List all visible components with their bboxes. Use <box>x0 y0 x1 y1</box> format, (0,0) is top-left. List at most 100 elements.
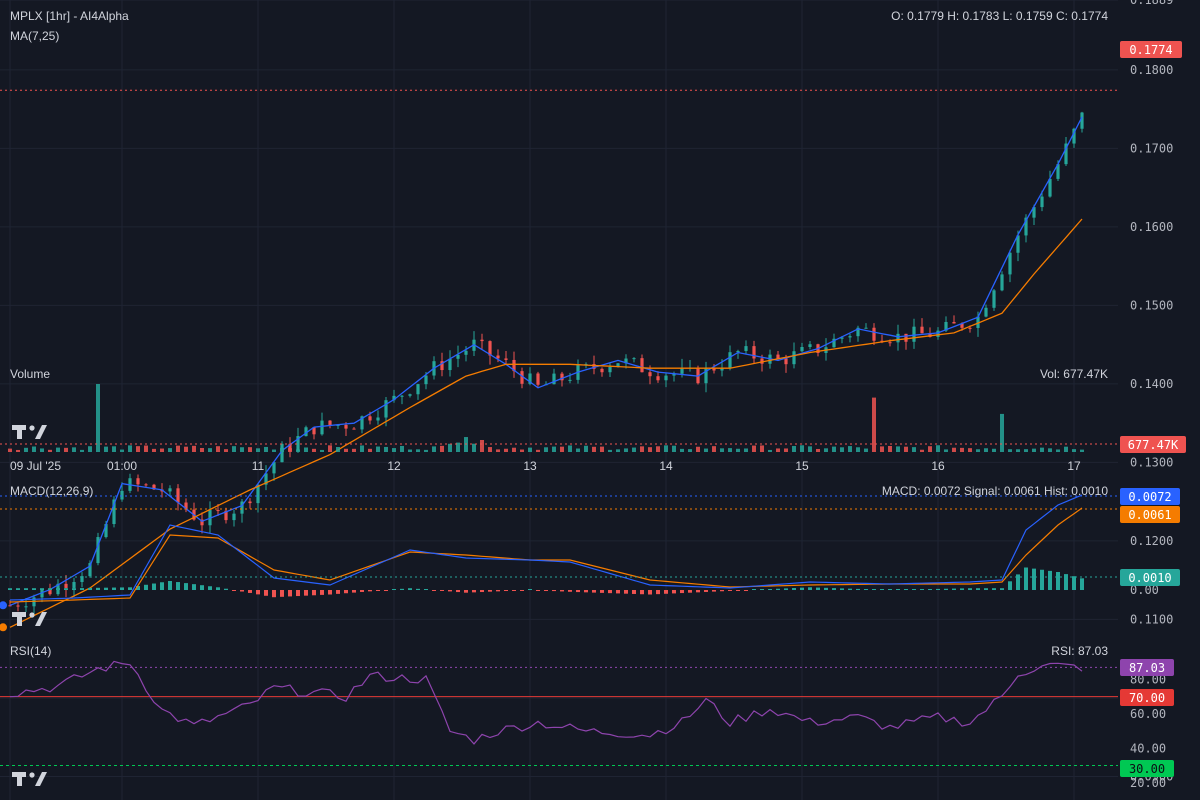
macd-histogram-bar <box>864 589 868 590</box>
macd-histogram-bar <box>8 588 12 590</box>
candle-body <box>848 336 852 338</box>
macd-histogram-bar <box>944 588 948 590</box>
time-tick-label: 13 <box>523 459 537 473</box>
macd-histogram-bar <box>320 590 324 595</box>
macd-histogram-bar <box>432 590 436 591</box>
candle-body <box>448 358 452 371</box>
volume-bar <box>696 446 700 452</box>
macd-histogram-bar <box>688 590 692 593</box>
macd-histogram-bar <box>152 583 156 590</box>
volume-bar <box>816 448 820 452</box>
macd-histogram-bar <box>264 590 268 596</box>
macd-histogram-bar <box>824 587 828 590</box>
macd-histogram-bar <box>952 588 956 590</box>
volume-bar <box>464 437 468 452</box>
candle-body <box>536 373 540 385</box>
volume-bar <box>232 446 236 452</box>
volume-bar <box>128 445 132 452</box>
volume-bar <box>448 443 452 452</box>
candle-body <box>64 583 68 588</box>
volume-bar <box>264 446 268 452</box>
macd-histogram-bar <box>24 588 28 590</box>
candle-body <box>416 384 420 395</box>
volume-bar <box>440 445 444 452</box>
macd-histogram-bar <box>792 588 796 590</box>
volume-bar <box>544 447 548 452</box>
macd-histogram-bar <box>64 588 68 590</box>
macd-histogram-bar <box>720 590 724 592</box>
macd-histogram-bar <box>784 588 788 590</box>
macd-histogram-bar <box>880 589 884 590</box>
volume-bar <box>432 446 436 452</box>
time-tick-label: 17 <box>1067 459 1081 473</box>
price-tick-label: 0.1700 <box>1130 141 1173 155</box>
macd-histogram-bar <box>576 590 580 593</box>
volume-bar <box>704 448 708 452</box>
volume-bar <box>624 448 628 452</box>
candle-body <box>936 330 940 337</box>
volume-bar <box>760 445 764 452</box>
volume-bar <box>736 448 740 452</box>
candle-body <box>424 375 428 385</box>
macd-histogram-bar <box>312 590 316 596</box>
macd-histogram-bar <box>416 588 420 590</box>
macd-histogram-bar <box>1048 570 1052 590</box>
time-tick-label: 01:00 <box>107 459 137 473</box>
volume-bar <box>488 447 492 452</box>
macd-histogram-bar <box>256 590 260 595</box>
volume-bar <box>640 446 644 452</box>
candle-body <box>1080 112 1084 129</box>
volume-bar <box>256 448 260 452</box>
macd-histogram-bar <box>680 590 684 594</box>
candle-body <box>648 372 652 377</box>
macd-histogram-bar <box>840 588 844 590</box>
volume-bar <box>144 445 148 452</box>
candle-body <box>728 352 732 368</box>
macd-histogram-bar <box>928 589 932 590</box>
chart-title: MPLX [1hr] - AI4Alpha <box>10 9 129 23</box>
candle-body <box>872 327 876 341</box>
candle-body <box>776 354 780 359</box>
candle-body <box>384 400 388 418</box>
candle-body <box>352 428 356 430</box>
macd-histogram-bar <box>640 590 644 595</box>
signal-tag-text: 0.0061 <box>1128 508 1171 522</box>
macd-histogram-bar <box>752 589 756 590</box>
signal-tag: 0.0061 <box>1120 506 1180 523</box>
volume-bar <box>320 449 324 452</box>
price-tick-label: 0.1800 <box>1130 63 1173 77</box>
macd-histogram-bar <box>360 590 364 592</box>
macd-histogram-bar <box>392 589 396 590</box>
macd-histogram-bar <box>336 590 340 594</box>
price-tick-label: 0.1889 <box>1130 0 1173 7</box>
volume-bar <box>176 445 180 452</box>
candle-body <box>368 416 372 421</box>
time-tick-label: 09 Jul '25 <box>10 459 61 473</box>
candle-body <box>968 327 972 329</box>
macd-histogram-bar <box>120 587 124 590</box>
macd-histogram-bar <box>80 588 84 590</box>
macd-histogram-bar <box>480 590 484 593</box>
candle-body <box>664 375 668 381</box>
candle-body <box>1048 178 1052 197</box>
macd-histogram-bar <box>40 588 44 590</box>
macd-histogram-bar <box>296 590 300 597</box>
macd-histogram-bar <box>368 590 372 592</box>
macd-label: MACD(12,26,9) <box>10 484 93 498</box>
candle-body <box>752 346 756 359</box>
candle-body <box>640 358 644 373</box>
volume-bar <box>96 384 100 452</box>
candle-body <box>216 510 220 512</box>
volume-bar <box>112 446 116 452</box>
volume-bar <box>328 445 332 452</box>
chart-background <box>0 0 1200 800</box>
macd-histogram-bar <box>160 582 164 590</box>
macd-histogram-bar <box>544 590 548 591</box>
volume-bar <box>680 448 684 452</box>
volume-bar <box>672 445 676 452</box>
volume-bar <box>1000 413 1004 452</box>
macd-histogram-bar <box>584 590 588 593</box>
macd-histogram-bar <box>704 590 708 592</box>
candle-body <box>704 367 708 384</box>
volume-bar <box>848 446 852 452</box>
